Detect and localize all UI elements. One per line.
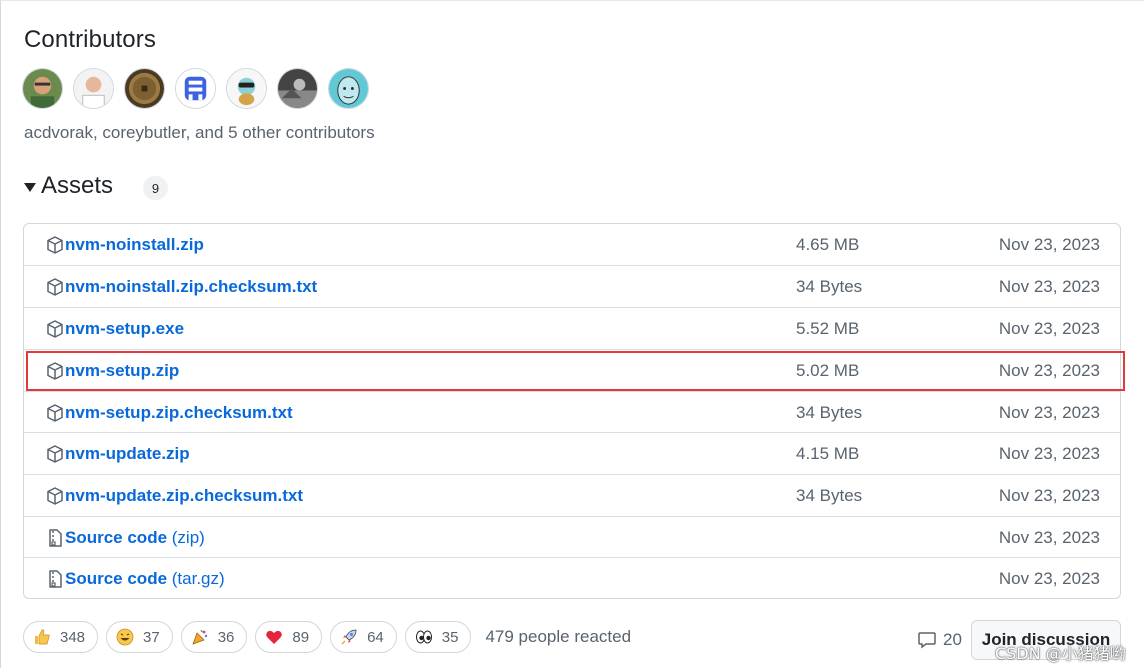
- asset-row: nvm-setup.zip 5.02 MB Nov 23, 2023: [24, 349, 1120, 391]
- avatar[interactable]: [175, 68, 216, 109]
- asset-row: nvm-setup.zip.checksum.txt 34 Bytes Nov 23…: [24, 391, 1120, 433]
- asset-format: (zip): [167, 527, 205, 547]
- reaction-count: 35: [441, 628, 459, 646]
- asset-size: 34 Bytes: [796, 276, 863, 296]
- asset-row: Source code (zip) Nov 23, 2023: [24, 516, 1120, 558]
- reactions-bar: 348 37 36 89 64 35 479 people reacted: [23, 621, 631, 653]
- asset-row: Source code (tar.gz) Nov 23, 2023: [24, 557, 1120, 598]
- package-icon: [45, 486, 65, 506]
- reaction-thumbs-up[interactable]: 348: [23, 621, 99, 653]
- package-icon: [45, 319, 65, 339]
- reaction-eyes[interactable]: 35: [404, 621, 472, 653]
- asset-date: Nov 23, 2023: [998, 235, 1100, 254]
- asset-link[interactable]: nvm-setup.zip: [65, 361, 179, 381]
- asset-date: Nov 23, 2023: [998, 360, 1100, 380]
- asset-name: nvm-update.zip: [65, 443, 190, 463]
- asset-link[interactable]: nvm-setup.zip.checksum.txt: [65, 403, 293, 423]
- reaction-count: 348: [60, 628, 86, 646]
- asset-link[interactable]: nvm-update.zip: [65, 444, 190, 464]
- reaction-count: 64: [367, 628, 384, 646]
- asset-name: nvm-setup.zip: [65, 360, 180, 380]
- asset-link[interactable]: nvm-noinstall.zip: [65, 235, 204, 255]
- contributor-avatars: [22, 68, 369, 109]
- asset-size: 4.65 MB: [796, 235, 860, 254]
- reaction-rocket[interactable]: 64: [330, 621, 397, 653]
- rocket-icon: [340, 628, 358, 646]
- asset-link[interactable]: Source code (tar.gz): [65, 569, 225, 589]
- avatar[interactable]: [277, 68, 318, 109]
- thumbs-up-icon: [33, 628, 51, 646]
- reaction-count: 89: [292, 628, 310, 646]
- asset-name: nvm-setup.exe: [65, 318, 185, 338]
- assets-list: nvm-noinstall.zip 4.65 MB Nov 23, 2023 nvm-…: [23, 223, 1121, 599]
- triangle-down-icon: [24, 183, 36, 192]
- asset-size: 4.15 MB: [796, 443, 860, 463]
- laugh-icon: [116, 628, 134, 646]
- asset-name: Source code: [65, 527, 168, 547]
- asset-date: Nov 23, 2023: [998, 527, 1100, 547]
- asset-row: nvm-noinstall.zip 4.65 MB Nov 23, 2023: [24, 224, 1120, 266]
- asset-size: 5.02 MB: [796, 360, 860, 380]
- asset-link[interactable]: nvm-setup.exe: [65, 319, 184, 339]
- comments-count[interactable]: 20: [917, 630, 962, 650]
- asset-name: nvm-noinstall.zip.checksum.txt: [65, 276, 318, 296]
- asset-date: Nov 23, 2023: [998, 276, 1100, 296]
- reactions-summary: 479 people reacted: [485, 627, 632, 646]
- contributors-heading: Contributors: [24, 26, 156, 53]
- package-icon: [45, 444, 65, 464]
- party-popper-icon: [191, 628, 209, 646]
- file-zip-icon: [45, 569, 65, 589]
- package-icon: [45, 403, 65, 423]
- asset-link[interactable]: nvm-noinstall.zip.checksum.txt: [65, 277, 317, 297]
- asset-row: nvm-noinstall.zip.checksum.txt 34 Bytes No…: [24, 265, 1120, 307]
- package-icon: [45, 235, 65, 255]
- asset-date: Nov 23, 2023: [998, 568, 1100, 588]
- comment-icon: [918, 632, 936, 649]
- asset-name: nvm-noinstall.zip: [65, 235, 204, 254]
- assets-toggle[interactable]: Assets 9: [24, 172, 169, 200]
- reaction-count: 37: [143, 628, 160, 646]
- reaction-hooray[interactable]: 36: [180, 621, 248, 653]
- heart-icon: [265, 628, 283, 646]
- asset-link[interactable]: Source code (zip): [65, 528, 205, 548]
- reaction-count: 36: [217, 628, 235, 646]
- package-icon: [45, 361, 65, 381]
- avatar[interactable]: [73, 68, 114, 109]
- comment-count-label: 20: [943, 630, 962, 649]
- asset-date: Nov 23, 2023: [998, 443, 1100, 463]
- asset-name: nvm-update.zip.checksum.txt: [65, 485, 304, 505]
- watermark: CSDN @小猪猪哟: [995, 644, 1126, 663]
- reaction-heart[interactable]: 89: [255, 621, 323, 653]
- asset-name: nvm-setup.zip.checksum.txt: [65, 402, 293, 422]
- asset-row: nvm-setup.exe 5.52 MB Nov 23, 2023: [24, 307, 1120, 349]
- asset-row: nvm-update.zip.checksum.txt 34 Bytes Nov 2…: [24, 474, 1120, 516]
- asset-size: 34 Bytes: [796, 485, 863, 505]
- contributors-summary: acdvorak, coreybutler, and 5 other contr…: [24, 123, 375, 142]
- avatar[interactable]: [226, 68, 267, 109]
- assets-heading: Assets: [41, 172, 114, 199]
- package-icon: [45, 277, 65, 297]
- reaction-laugh[interactable]: 37: [106, 621, 173, 653]
- eyes-icon: [415, 628, 433, 646]
- asset-date: Nov 23, 2023: [998, 318, 1100, 338]
- assets-count-badge: 9: [143, 176, 169, 200]
- asset-size: 34 Bytes: [796, 402, 863, 422]
- file-zip-icon: [45, 528, 65, 548]
- asset-size: 5.52 MB: [796, 318, 860, 338]
- avatar[interactable]: [328, 68, 369, 109]
- asset-date: Nov 23, 2023: [998, 402, 1100, 422]
- asset-name: Source code: [65, 568, 168, 588]
- asset-format: (tar.gz): [167, 568, 225, 588]
- avatar[interactable]: [124, 68, 165, 109]
- asset-link[interactable]: nvm-update.zip.checksum.txt: [65, 486, 303, 506]
- asset-row: nvm-update.zip 4.15 MB Nov 23, 2023: [24, 432, 1120, 474]
- asset-date: Nov 23, 2023: [998, 485, 1100, 505]
- avatar[interactable]: [22, 68, 63, 109]
